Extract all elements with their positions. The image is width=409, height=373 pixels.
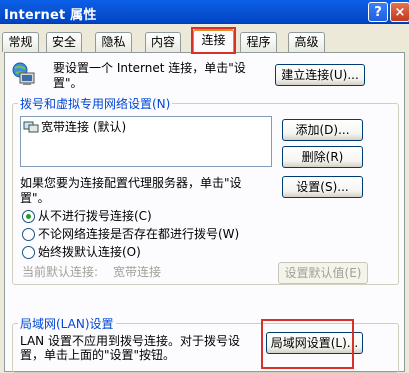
- radio-never-dial[interactable]: [22, 210, 35, 223]
- lan-text-line1: LAN 设置不应用到拨号连接。对于拨号设: [20, 334, 240, 348]
- help-button[interactable]: ?: [368, 2, 388, 22]
- lan-highlight-box: [261, 319, 354, 369]
- radio-always-dial-default[interactable]: [22, 246, 35, 259]
- option-always-dial-label[interactable]: 始终拨默认连接(O): [38, 245, 141, 260]
- setup-text-line2: 置"。: [53, 76, 83, 90]
- tab-privacy[interactable]: 隐私: [95, 32, 132, 52]
- dialup-group-label: 拨号和虚拟专用网络设置(N): [18, 95, 173, 112]
- connections-panel: 要设置一个 Internet 连接，单击"设 置"。 建立连接(U)... 拨号…: [4, 52, 405, 373]
- current-default-label: 当前默认连接:: [22, 265, 99, 279]
- tab-content[interactable]: 内容: [145, 32, 181, 52]
- close-button[interactable]: ×: [390, 2, 409, 22]
- tab-advanced[interactable]: 高级: [288, 32, 325, 52]
- connection-name: 宽带连接 (默认): [41, 120, 127, 134]
- settings-button[interactable]: 设置(S)...: [282, 176, 363, 198]
- title-bar: Internet 属性 ? ×: [0, 0, 409, 24]
- option-never-dial-label[interactable]: 从不进行拨号连接(C): [38, 209, 152, 224]
- window-title: Internet 属性: [4, 8, 97, 23]
- network-connection-icon: [23, 121, 39, 133]
- proxy-text-line2: 置"。: [20, 191, 50, 205]
- connection-list[interactable]: 宽带连接 (默认): [20, 116, 272, 167]
- lan-text-line2: 置，单击上面的"设置"按钮。: [20, 348, 176, 362]
- tab-programs[interactable]: 程序: [240, 32, 277, 52]
- tab-security[interactable]: 安全: [46, 32, 82, 52]
- tab-general[interactable]: 常规: [2, 32, 39, 52]
- current-default-value: 宽带连接: [113, 265, 162, 279]
- set-default-button[interactable]: 设置默认值(E): [278, 262, 368, 284]
- delete-button[interactable]: 删除(R): [282, 146, 363, 168]
- radio-dial-whenever[interactable]: [22, 228, 35, 241]
- setup-connection-button[interactable]: 建立连接(U)...: [275, 64, 365, 86]
- computer-globe-icon: [12, 62, 35, 85]
- add-button[interactable]: 添加(D)...: [282, 119, 363, 141]
- setup-text-line1: 要设置一个 Internet 连接，单击"设: [53, 61, 246, 75]
- tab-highlight-box: [191, 27, 236, 54]
- proxy-text-line1: 如果您要为连接配置代理服务器，单击"设: [20, 176, 242, 190]
- lan-group-label: 局域网(LAN)设置: [18, 315, 116, 332]
- option-dial-whenever-label[interactable]: 不论网络连接是否存在都进行拨号(W): [38, 227, 239, 242]
